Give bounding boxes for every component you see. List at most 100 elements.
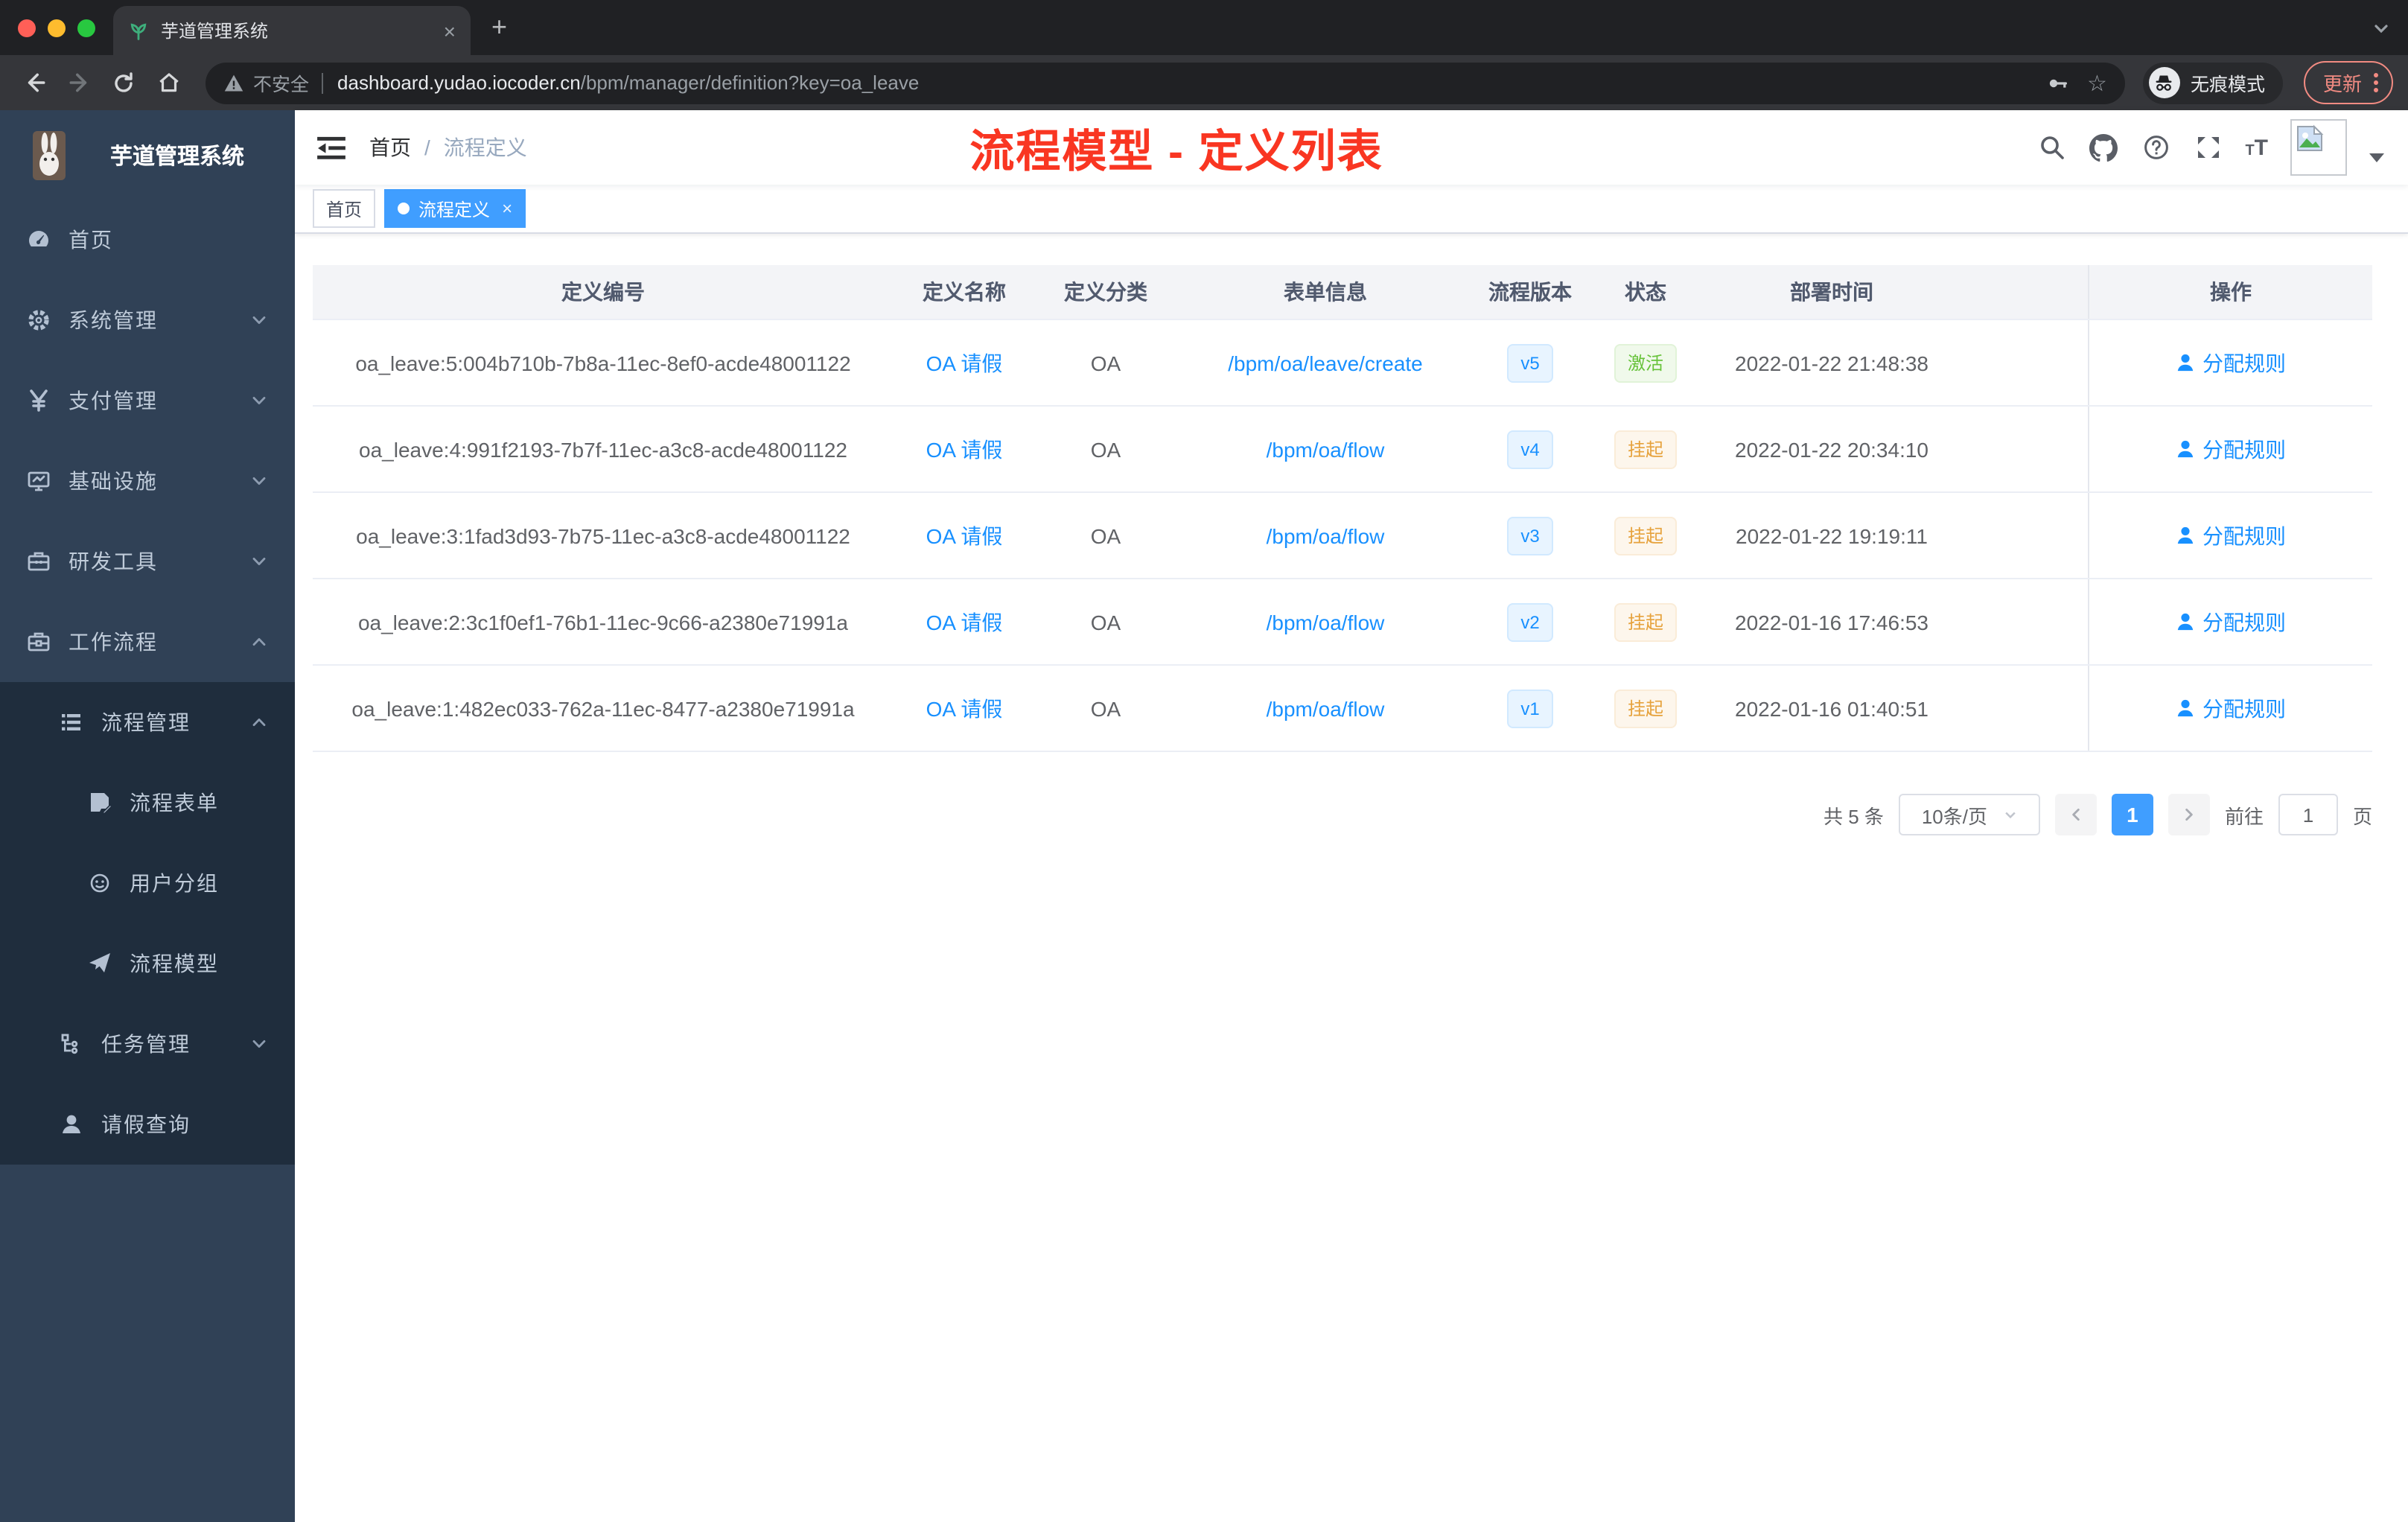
sidebar-item-home[interactable]: 首页 [0, 200, 295, 280]
sidebar-item-process-form[interactable]: 流程表单 [0, 762, 295, 843]
reload-button[interactable] [104, 63, 143, 102]
minimize-window-button[interactable] [48, 19, 66, 36]
collapse-sidebar-icon[interactable] [316, 133, 345, 162]
page-size-select[interactable]: 10条/页 [1898, 794, 2040, 835]
chevron-down-icon [250, 1035, 268, 1053]
form-info-link[interactable]: /bpm/oa/flow [1267, 437, 1385, 461]
close-window-button[interactable] [18, 19, 36, 36]
tag-process-definition[interactable]: 流程定义 × [384, 189, 526, 228]
chevron-down-icon [250, 472, 268, 490]
deploy-time: 2022-01-16 01:40:51 [1735, 696, 1928, 720]
assign-rule-link[interactable]: 分配规则 [2176, 607, 2286, 637]
col-header-form-info: 表单信息 [1284, 280, 1367, 304]
user-icon [2177, 440, 2194, 458]
font-size-icon[interactable]: TT [2245, 135, 2268, 160]
form-info-link[interactable]: /bpm/oa/flow [1267, 610, 1385, 634]
definition-name-link[interactable]: OA 请假 [926, 520, 1003, 550]
form-info-link[interactable]: /bpm/oa/flow [1267, 696, 1385, 720]
form-info-link[interactable]: /bpm/oa/flow [1267, 523, 1385, 547]
version-badge: v2 [1507, 602, 1553, 641]
sidebar-item-label: 研发工具 [69, 550, 158, 573]
forward-button[interactable] [60, 63, 98, 102]
assign-rule-link[interactable]: 分配规则 [2176, 693, 2286, 723]
status-badge: 挂起 [1614, 430, 1677, 468]
version-badge: v3 [1507, 516, 1553, 555]
active-tag-dot [398, 203, 410, 214]
sidebar-item-dev-tools[interactable]: 研发工具 [0, 521, 295, 602]
user-group-icon [88, 871, 112, 895]
briefcase-icon [27, 630, 51, 654]
definition-table: 定义编号 定义名称 定义分类 表单信息 流程版本 状态 部署时间 操作 oa_l… [313, 265, 2372, 752]
dashboard-icon [27, 228, 51, 252]
password-key-icon[interactable] [2045, 71, 2069, 95]
address-bar[interactable]: 不安全 dashboard.yudao.iocoder.cn /bpm/mana… [206, 62, 2125, 104]
sidebar-item-payment-management[interactable]: 支付管理 [0, 360, 295, 441]
table-row: oa_leave:2:3c1f0ef1-76b1-11ec-9c66-a2380… [313, 579, 2372, 666]
sidebar-item-system-management[interactable]: 系统管理 [0, 280, 295, 360]
sidebar-item-process-model[interactable]: 流程模型 [0, 923, 295, 1004]
sidebar-item-process-management[interactable]: 流程管理 [0, 682, 295, 762]
github-icon[interactable] [2089, 133, 2118, 162]
chevron-down-icon [250, 392, 268, 410]
avatar-caret-down-icon[interactable] [2369, 153, 2384, 162]
definition-category: OA [1090, 523, 1121, 547]
pagination-total: 共 5 条 [1823, 805, 1884, 827]
breadcrumb-current: 流程定义 [443, 136, 527, 159]
bookmark-star-icon[interactable]: ☆ [2087, 69, 2107, 96]
user-icon [2177, 526, 2194, 544]
tab-close-icon[interactable]: × [444, 20, 456, 41]
user-icon [2177, 699, 2194, 717]
search-icon[interactable] [2036, 133, 2066, 162]
sidebar-item-task-management[interactable]: 任务管理 [0, 1004, 295, 1084]
breadcrumb-home[interactable]: 首页 [369, 133, 411, 162]
definition-name-link[interactable]: OA 请假 [926, 693, 1003, 723]
col-header-process-version: 流程版本 [1488, 280, 1572, 304]
sidebar-item-leave-query[interactable]: 请假查询 [0, 1084, 295, 1165]
favicon-leaf-icon [128, 20, 149, 41]
sidebar-item-user-group[interactable]: 用户分组 [0, 843, 295, 923]
omnibox-divider [321, 72, 323, 93]
security-label[interactable]: 不安全 [253, 69, 309, 97]
tag-home[interactable]: 首页 [313, 189, 376, 228]
browser-tab[interactable]: 芋道管理系统 × [113, 6, 471, 55]
user-avatar[interactable] [2290, 119, 2347, 176]
assign-rule-link[interactable]: 分配规则 [2176, 434, 2286, 464]
assign-rule-link[interactable]: 分配规则 [2176, 348, 2286, 378]
toolbox-icon [27, 550, 51, 573]
goto-page-input[interactable] [2278, 794, 2338, 835]
fullscreen-icon[interactable] [2193, 133, 2223, 162]
definition-name-link[interactable]: OA 请假 [926, 434, 1003, 464]
monitor-icon [27, 469, 51, 493]
deploy-time: 2022-01-16 17:46:53 [1735, 610, 1928, 634]
definition-category: OA [1090, 437, 1121, 461]
table-row: oa_leave:3:1fad3d93-7b75-11ec-a3c8-acde4… [313, 493, 2372, 579]
definition-name-link[interactable]: OA 请假 [926, 348, 1003, 378]
prev-page-button[interactable] [2054, 794, 2097, 835]
browser-menu-icon[interactable] [2374, 73, 2378, 92]
new-tab-button[interactable]: + [491, 12, 507, 43]
app-title: 芋道管理系统 [110, 144, 245, 169]
breadcrumb-separator: / [424, 136, 430, 159]
page-annotation: 流程模型 - 定义列表 [969, 128, 1383, 177]
chevron-up-icon [250, 713, 268, 731]
browser-update-button[interactable]: 更新 [2303, 61, 2393, 104]
not-secure-warning-icon[interactable] [223, 72, 244, 93]
zoom-window-button[interactable] [77, 19, 95, 36]
incognito-label: 无痕模式 [2190, 74, 2265, 95]
definition-name-link[interactable]: OA 请假 [926, 607, 1003, 637]
page-number-button[interactable]: 1 [2111, 794, 2153, 835]
definition-category: OA [1090, 696, 1121, 720]
page-unit-label: 页 [2352, 805, 2372, 827]
form-info-link[interactable]: /bpm/oa/leave/create [1228, 351, 1423, 375]
sidebar-item-infrastructure[interactable]: 基础设施 [0, 441, 295, 521]
next-page-button[interactable] [2167, 794, 2210, 835]
help-icon[interactable] [2141, 133, 2170, 162]
assign-rule-link[interactable]: 分配规则 [2176, 520, 2286, 550]
sidebar-item-workflow[interactable]: 工作流程 [0, 602, 295, 682]
tag-close-icon[interactable]: × [502, 200, 512, 217]
home-button[interactable] [149, 63, 188, 102]
status-badge: 挂起 [1614, 689, 1677, 727]
sidebar-logo[interactable]: 芋道管理系统 [0, 110, 295, 200]
tab-search-chevron-icon[interactable] [2372, 18, 2390, 45]
back-button[interactable] [15, 63, 54, 102]
